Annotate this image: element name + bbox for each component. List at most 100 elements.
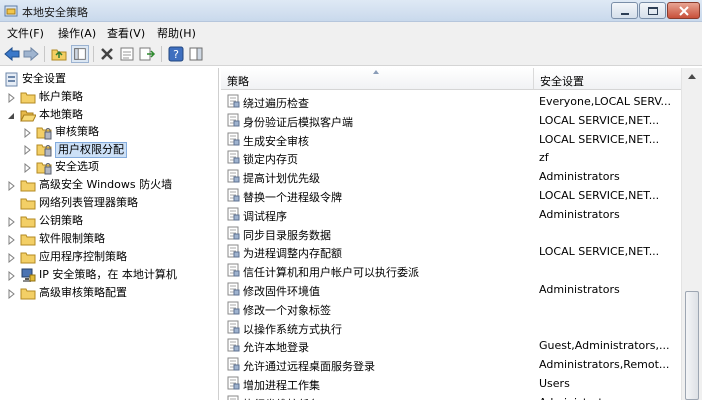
policy-icon — [227, 169, 240, 183]
menu-view[interactable]: 查看(V) — [107, 25, 145, 41]
policy-row[interactable]: 调试程序 Administrators — [221, 205, 681, 224]
maximize-button[interactable] — [639, 2, 666, 19]
show-action-pane-icon[interactable] — [187, 45, 205, 63]
security-setting-value: LOCAL SERVICE,NET... — [539, 189, 660, 202]
scroll-thumb[interactable] — [685, 291, 699, 400]
tree-item[interactable]: 公钥策略 — [0, 213, 218, 231]
tree-collapsed-arrow-icon[interactable] — [6, 181, 16, 191]
policy-row[interactable]: 修改固件环境值 Administrators — [221, 280, 681, 299]
tree-item[interactable]: 安全选项 — [0, 159, 218, 177]
policy-row[interactable]: 绕过遍历检查 Everyone,LOCAL SERV... — [221, 92, 681, 111]
tree-collapsed-arrow-icon[interactable] — [6, 235, 16, 245]
policy-row[interactable]: 为进程调整内存配额 LOCAL SERVICE,NET... — [221, 242, 681, 261]
tree-collapsed-arrow-icon[interactable] — [22, 128, 32, 138]
tree-collapsed-arrow-icon[interactable] — [22, 163, 32, 173]
policy-icon — [227, 320, 240, 334]
policy-icon — [227, 395, 239, 400]
tree-item-label: 用户权限分配 — [55, 142, 127, 158]
tree-item-label: 安全选项 — [55, 160, 99, 173]
security-setting-value: LOCAL SERVICE,NET... — [539, 132, 660, 146]
tree-item[interactable]: 本地策略 — [0, 107, 218, 125]
export-list-icon[interactable] — [138, 45, 156, 63]
folder-icon — [20, 214, 36, 229]
policy-name: 绕过遍历检查 — [243, 97, 309, 110]
tree-collapsed-arrow-icon[interactable] — [6, 271, 16, 281]
security-setting-value: LOCAL SERVICE,NET... — [539, 245, 660, 259]
policy-row[interactable]: 提高计划优先级 Administrators — [221, 167, 681, 186]
policy-name: 调试程序 — [243, 209, 287, 223]
close-button[interactable] — [667, 2, 700, 19]
properties-icon[interactable] — [118, 45, 136, 63]
tree-item-label: 审核策略 — [55, 125, 99, 138]
tree-collapsed-arrow-icon[interactable] — [6, 289, 16, 299]
vertical-scrollbar[interactable] — [681, 68, 702, 400]
sort-ascending-icon — [373, 70, 379, 74]
security-setting-value: Guest,Administrators,... — [539, 339, 670, 353]
tree-item-label: IP 安全策略，在 本地计算机 — [39, 268, 177, 281]
tree-item[interactable]: IP 安全策略，在 本地计算机 — [0, 267, 218, 285]
policy-row[interactable]: 修改一个对象标签 — [221, 299, 681, 318]
up-folder-icon[interactable] — [50, 45, 68, 63]
policy-row[interactable]: 身份验证后模拟客户端 LOCAL SERVICE,NET... — [221, 111, 681, 130]
tree-collapsed-arrow-icon[interactable] — [6, 217, 16, 227]
svg-text:?: ? — [173, 48, 179, 61]
policy-row[interactable]: 同步目录服务数据 — [221, 224, 681, 243]
scroll-up-button[interactable] — [682, 68, 702, 85]
policy-folder-icon — [36, 125, 52, 140]
tree-pane: 安全设置帐户策略 本地策略审核策略用户权限分配 安全选项高级安全 Windows 防… — [0, 68, 219, 400]
tree-item[interactable]: 审核策略 — [0, 124, 218, 142]
policy-name: 允许通过远程桌面服务登录 — [243, 360, 375, 374]
menu-file[interactable]: 文件(F) — [7, 25, 44, 41]
tree-item-label: 高级安全 Windows 防火墙 — [39, 178, 173, 191]
show-hide-tree-icon[interactable] — [71, 45, 89, 63]
column-header-setting[interactable]: 安全设置 — [534, 68, 681, 90]
forward-arrow-icon[interactable] — [22, 45, 40, 63]
policy-row[interactable]: 增加进程工作集 Users — [221, 374, 681, 393]
policy-row[interactable]: 锁定内存页 zf — [221, 148, 681, 167]
title-bar: 本地安全策略 — [0, 0, 702, 22]
policy-name: 执行卷维护任务 — [243, 396, 320, 400]
tree-item[interactable]: 软件限制策略 — [0, 231, 218, 249]
policy-icon — [227, 263, 240, 277]
delete-icon[interactable] — [98, 45, 116, 63]
tree-item[interactable]: 网络列表管理器策略 — [0, 195, 218, 213]
policy-row[interactable]: 执行卷维护任务 Administrators — [221, 393, 681, 400]
policy-row[interactable]: 以操作系统方式执行 — [221, 318, 681, 337]
policy-row[interactable]: 允许通过远程桌面服务登录 Administrators,Remot... — [221, 355, 681, 374]
policy-row[interactable]: 生成安全审核 LOCAL SERVICE,NET... — [221, 130, 681, 149]
tree-item-label: 软件限制策略 — [39, 232, 105, 245]
toolbar-separator — [44, 46, 45, 62]
policy-folder-icon — [36, 142, 52, 157]
tree-expanded-arrow-icon[interactable] — [6, 111, 16, 121]
policy-folder-icon — [36, 160, 52, 175]
tree-item-label: 本地策略 — [39, 108, 83, 121]
menu-action[interactable]: 操作(A) — [58, 25, 96, 41]
tree-collapsed-arrow-icon[interactable] — [6, 93, 16, 103]
menu-help[interactable]: 帮助(H) — [157, 25, 196, 41]
security-setting-value: Administrators — [539, 170, 620, 184]
tree-item[interactable]: 高级安全 Windows 防火墙 — [0, 177, 218, 195]
tree-item-label: 安全设置 — [22, 72, 66, 85]
tree-item[interactable]: 用户权限分配 — [0, 141, 218, 159]
tree-item[interactable]: 安全设置 — [0, 71, 218, 89]
tree-collapsed-arrow-icon[interactable] — [6, 253, 16, 263]
policy-icon — [227, 132, 240, 146]
security-setting-value: Administrators,Remot... — [539, 358, 670, 372]
tree-item[interactable]: 应用程序控制策略 — [0, 249, 218, 267]
policy-name: 修改一个对象标签 — [243, 303, 331, 317]
tree-item[interactable]: 高级审核策略配置 — [0, 285, 218, 303]
back-arrow-icon[interactable] — [3, 45, 21, 63]
policy-icon — [227, 150, 240, 164]
security-setting-value: LOCAL SERVICE,NET... — [539, 113, 660, 127]
policy-row[interactable]: 信任计算机和用户帐户可以执行委派 — [221, 261, 681, 280]
policy-icon — [227, 244, 240, 258]
tree-item[interactable]: 帐户策略 — [0, 89, 218, 107]
minimize-button[interactable] — [611, 2, 638, 19]
policy-list-pane: 策略 安全设置 绕过遍历检查 Everyone,LOCAL SERV... 身份验证… — [221, 68, 702, 400]
help-icon[interactable]: ? — [167, 45, 185, 63]
tree-collapsed-arrow-icon[interactable] — [22, 145, 32, 155]
policy-row[interactable]: 替换一个进程级令牌 LOCAL SERVICE,NET... — [221, 186, 681, 205]
policy-icon — [227, 188, 240, 202]
column-header-policy[interactable]: 策略 — [221, 68, 534, 90]
policy-row[interactable]: 允许本地登录 Guest,Administrators,... — [221, 336, 681, 355]
